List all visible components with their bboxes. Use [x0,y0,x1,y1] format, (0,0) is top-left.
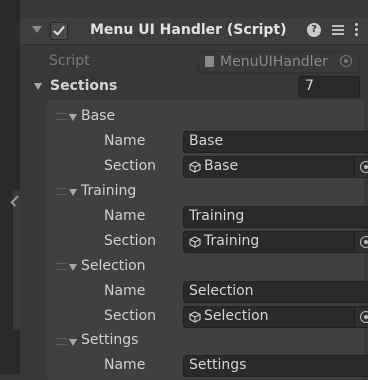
gameobject-cube-icon [189,311,201,323]
script-file-icon [205,56,214,67]
drag-handle-icon[interactable] [56,188,67,195]
object-picker-button[interactable] [354,157,368,177]
presets-icon[interactable] [332,24,344,36]
section-value: Selection [204,308,269,324]
name-input[interactable]: Base [183,131,368,153]
element-foldout-icon[interactable] [69,264,77,271]
list-item-label: Settings [81,332,139,348]
script-value: MenuUIHandler [220,54,328,70]
sections-foldout-icon[interactable] [34,83,42,90]
sections-count-field[interactable]: 7 [298,76,360,98]
drag-handle-icon[interactable] [56,113,67,120]
object-picker-icon [360,311,368,323]
name-input[interactable]: Training [183,206,368,228]
enabled-checkbox[interactable] [50,22,68,40]
list-item-label: Training [81,183,137,199]
list-item-label: Selection [81,258,146,274]
name-label: Name [104,208,146,224]
foldout-arrow-icon[interactable] [32,26,42,33]
section-value: Training [204,233,260,249]
drag-handle-icon[interactable] [56,263,67,270]
name-value: Selection [189,283,254,299]
name-value: Settings [189,357,247,373]
name-label: Name [104,283,146,299]
section-label: Section [104,308,157,324]
list-item-label: Base [81,108,116,124]
help-icon[interactable]: ? [307,23,321,37]
side-scroll-handle[interactable] [13,190,20,330]
element-foldout-icon[interactable] [69,189,77,196]
element-foldout-icon[interactable] [69,114,77,121]
sections-label: Sections [50,78,118,94]
name-label: Name [104,133,146,149]
section-label: Section [104,233,157,249]
object-picker-icon [360,161,368,173]
component-title: Menu UI Handler (Script) [90,22,287,38]
script-field: MenuUIHandler [198,51,360,73]
gameobject-cube-icon [189,161,201,173]
drag-handle-icon[interactable] [56,338,67,345]
script-label: Script [49,53,90,69]
object-picker-button[interactable] [354,232,368,252]
kebab-menu-icon[interactable] [354,23,358,37]
sections-count-value: 7 [305,78,314,94]
section-value: Base [204,158,239,174]
section-object-field[interactable]: Selection [183,306,368,328]
component-header[interactable]: Menu UI Handler (Script) ? [20,18,368,45]
element-foldout-icon[interactable] [69,339,77,346]
section-label: Section [104,158,157,174]
name-value: Base [189,133,224,149]
name-value: Training [189,208,245,224]
name-label: Name [104,357,146,373]
gameobject-cube-icon [189,236,201,248]
left-scroll-strip [0,0,22,374]
object-picker-button[interactable] [354,307,368,327]
object-picker-icon [340,55,352,67]
section-object-field[interactable]: Training [183,231,368,253]
object-picker-icon [360,236,368,248]
sections-list: Base Name Base Section Base Training Nam… [46,100,368,380]
name-input[interactable]: Selection [183,281,368,303]
inspector-panel: Menu UI Handler (Script) ? Script MenuUI… [20,0,368,380]
section-object-field[interactable]: Base [183,156,368,178]
